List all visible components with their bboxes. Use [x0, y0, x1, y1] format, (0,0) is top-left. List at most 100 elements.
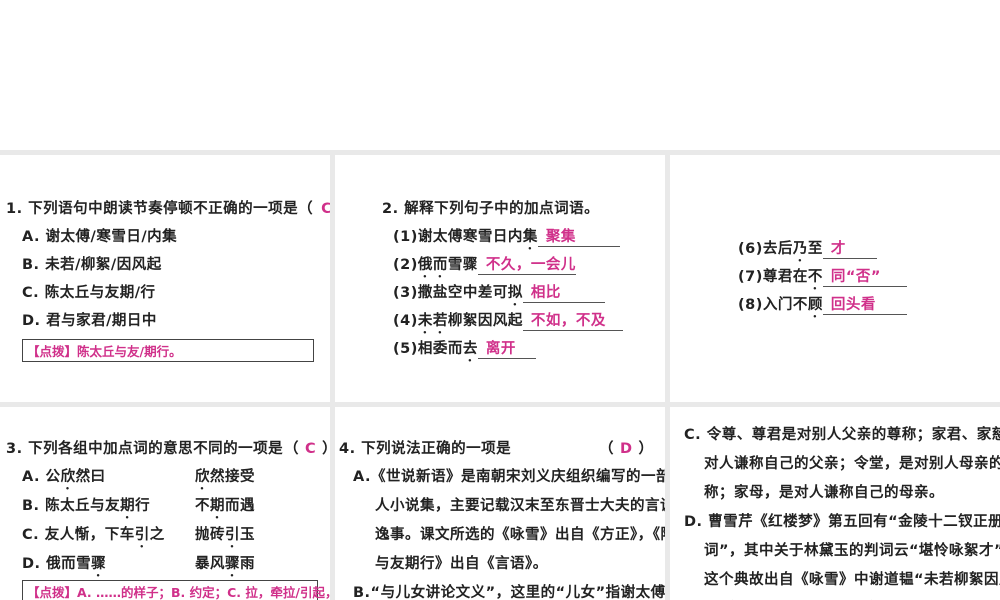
dotted-character: 集 [522, 229, 538, 245]
answer-blank: 相比 [522, 281, 605, 303]
dotted-character: 不 [807, 269, 823, 285]
option-row: C. 友人惭，下车引之 抛砖引玉 [22, 523, 322, 551]
question-2-panel: 2. 解释下列句子中的加点词语。 (1)谢太傅寒雪日内集 聚集 (2)俄而雪骤 不久，… [335, 155, 665, 402]
option-text: B. 陈太丘与友 [22, 498, 121, 514]
question-4-stem: 4. 下列说法正确的一项是 （D） [339, 437, 659, 458]
item-text: 柳絮因风起 [447, 313, 523, 329]
option-line: 这个典故出自《咏雪》中谢道韫“未若柳絮因风 [704, 572, 1000, 588]
question-grid: 1. 下列语句中朗读节奏停顿不正确的一项是（C） A. 谢太傅/寒雪日/内集 B… [0, 150, 1000, 600]
option-line: A.《世说新语》是南朝宋刘义庆组织编写的一部志 [353, 469, 665, 485]
item-text: 至 [807, 241, 823, 257]
question-1-panel: 1. 下列语句中朗读节奏停顿不正确的一项是（C） A. 谢太傅/寒雪日/内集 B… [0, 155, 330, 402]
answer-blank: 同“否” [822, 265, 907, 287]
question-2-stem: 2. 解释下列句子中的加点词语。 [382, 201, 600, 217]
answer-blank: 不久，一会儿 [477, 253, 576, 275]
option-text: 玉 [240, 527, 255, 543]
comparison-phrase: 欣然接受 [195, 465, 255, 493]
definition-item: (5)相委而去 离开 [393, 337, 536, 365]
dotted-character: 未 [417, 313, 433, 329]
question-3-panel: 3. 下列各组中加点词的意思不同的一项是（C） A. 公欣然曰欣然接受B. 陈太… [0, 407, 330, 600]
comparison-phrase: 不期而遇 [195, 494, 255, 522]
option-text: 期 [210, 498, 225, 514]
option-text: 之 [149, 527, 165, 543]
option-text: 不 [195, 498, 210, 514]
item-prefix: (7)尊君在 [738, 269, 808, 285]
item-prefix: (8)入门不 [738, 297, 808, 313]
dotted-character: 乃 [792, 241, 808, 257]
option-line: 人小说集，主要记载汉末至东晋士大夫的言谈、 [375, 498, 665, 514]
option-b: B. 未若/柳絮/因风起 [22, 257, 162, 273]
question-4-continued-panel: C. 令尊、尊君是对别人父亲的尊称；家君、家慈是对人谦称自己的父亲；令堂，是对别… [670, 407, 1000, 600]
option-text: 期 [120, 498, 136, 514]
answer-blank: 不如，不及 [522, 309, 623, 331]
option-row: A. 公欣然曰 欣然接受 [22, 465, 322, 493]
comparison-phrase: 抛砖引玉 [195, 523, 255, 551]
option-text: 然曰 [75, 469, 106, 485]
item-text: 雪骤 [447, 257, 478, 273]
item-prefix: (4) [393, 313, 418, 329]
option-line: 与友期行》出自《言语》。 [375, 556, 548, 572]
definition-item: (1)谢太傅寒雪日内集 聚集 [393, 225, 620, 253]
hint-box: 【点拨】陈太丘与友/期行。 [22, 339, 314, 362]
option-text: C. 友人惭，下车 [22, 527, 135, 543]
hint-box: 【点拨】A. ……的样子；B. 约定；C. 拉，牵拉/引起，使出现； [22, 580, 330, 600]
option-c: C. 陈太丘与友期/行 [22, 285, 156, 301]
stem-text: 4. 下列说法正确的一项是 [339, 441, 512, 457]
option-text: 欣 [195, 469, 210, 485]
option-text: 行 [135, 498, 151, 514]
item-prefix: (5)相委而 [393, 341, 463, 357]
definition-item: (2)俄而雪骤 不久，一会儿 [393, 253, 576, 281]
option-line: 逸事。课文所选的《咏雪》出自《方正》，《陈太丘 [375, 527, 665, 543]
item-prefix: (6)去后 [738, 241, 793, 257]
dotted-character: 顾 [807, 297, 823, 313]
definition-item: (3)撒盐空中差可拟 相比 [393, 281, 605, 309]
option-text: 抛砖 [195, 527, 225, 543]
answer-letter: D [620, 441, 633, 457]
stem-text: 3. 下列各组中加点词的意思不同的一项是 [6, 441, 284, 457]
stem-text: 1. 下列语句中朗读节奏停顿不正确的一项是（ [6, 201, 314, 217]
option-text: D. 俄而雪 [22, 556, 92, 572]
dotted-character: 若 [432, 313, 448, 329]
definition-item: (4)未若柳絮因风起 不如，不及 [393, 309, 623, 337]
answer-blank: 回头看 [822, 293, 907, 315]
question-3-stem: 3. 下列各组中加点词的意思不同的一项是（C） [6, 437, 330, 458]
option-d: D. 君与家君/期日中 [22, 313, 157, 329]
option-line: 称；家母，是对人谦称自己的母亲。 [704, 485, 944, 501]
dotted-character: 而 [432, 257, 448, 273]
option-text: 骤 [225, 556, 240, 572]
option-line: 词”，其中关于林黛玉的判词云“堪怜咏絮才”， [704, 543, 1000, 559]
question-2-continued-panel: (6)去后乃至才 (7)尊君在不 同“否” (8)入门不顾 回头看 [670, 155, 1000, 402]
answer-letter: C [321, 201, 330, 217]
option-text: 暴风 [195, 556, 225, 572]
dotted-character: 去 [462, 341, 478, 357]
answer-blank: 聚集 [537, 225, 620, 247]
answer-blank: 离开 [477, 337, 536, 359]
option-row: B. 陈太丘与友期行 不期而遇 [22, 494, 322, 522]
option-text: 骤 [91, 556, 107, 572]
definition-item: (8)入门不顾 回头看 [738, 293, 907, 321]
option-line: B.“与儿女讲论文义”，这里的“儿女”指谢太傅的 [353, 585, 665, 600]
question-1-stem: 1. 下列语句中朗读节奏停顿不正确的一项是（C） [6, 197, 330, 218]
option-text: 然接受 [210, 469, 255, 485]
answer-blank: 才 [822, 237, 877, 259]
answer-letter: C [305, 441, 317, 457]
option-line: C. 令尊、尊君是对别人父亲的尊称；家君、家慈是 [684, 427, 1000, 443]
option-text: 雨 [240, 556, 255, 572]
item-prefix: (3)撒盐空中差可 [393, 285, 508, 301]
option-text: 而遇 [225, 498, 255, 514]
option-text: 引 [134, 527, 150, 543]
option-text: A. 公 [22, 469, 61, 485]
option-line: D. 曹雪芹《红楼梦》第五回有“金陵十二钗正册判 [684, 514, 1000, 530]
option-text: 欣 [60, 469, 76, 485]
item-prefix: (2) [393, 257, 418, 273]
option-text: 引 [225, 527, 240, 543]
question-4-panel: 4. 下列说法正确的一项是 （D） A.《世说新语》是南朝宋刘义庆组织编写的一部志… [335, 407, 665, 600]
blank-header-area [0, 0, 1000, 150]
option-row: D. 俄而雪骤 暴风骤雨 [22, 552, 322, 580]
definition-item: (6)去后乃至才 [738, 237, 877, 265]
definition-item: (7)尊君在不 同“否” [738, 265, 907, 293]
dotted-character: 拟 [507, 285, 523, 301]
answer-paren: （D） [599, 441, 654, 457]
dotted-character: 俄 [417, 257, 433, 273]
option-line: 对人谦称自己的父亲；令堂，是对别人母亲的尊 [704, 456, 1000, 472]
